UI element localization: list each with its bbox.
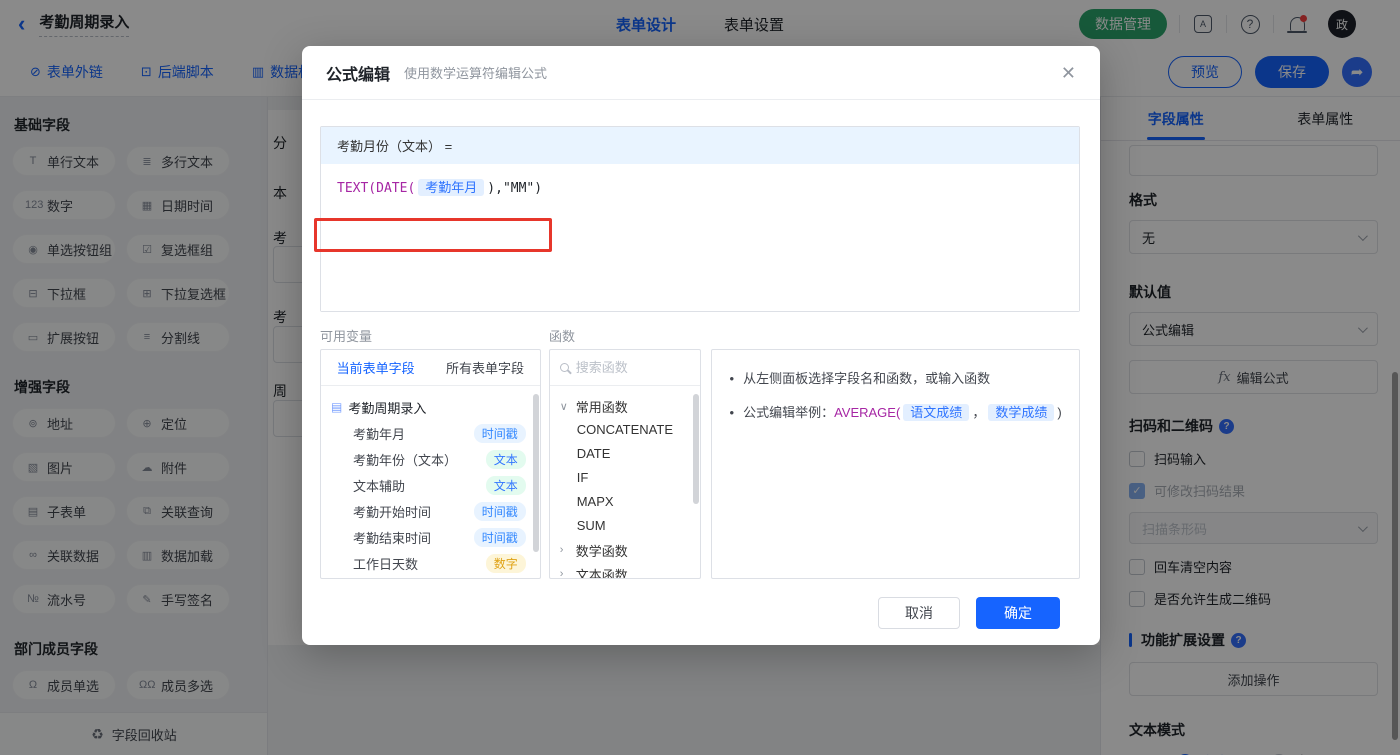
chevron-collapsed-icon: › (559, 544, 564, 556)
variable-row[interactable]: 考勤年份（文本） 文本 (331, 446, 540, 472)
function-item[interactable]: SUM (560, 514, 700, 538)
variables-label: 可用变量 (320, 329, 373, 344)
variables-scrollbar[interactable] (532, 394, 539, 552)
help-text: 从左侧面板选择字段名和函数，或输入函数 (743, 371, 991, 386)
modal-body: 考勤月份（文本） = TEXT(DATE(考勤年月),"MM") 可用变量 函数… (302, 100, 1100, 629)
modal-title: 公式编辑 (326, 66, 391, 84)
tab-all-form-fields[interactable]: 所有表单字段 (430, 350, 539, 385)
formula-code-editor[interactable]: TEXT(DATE(考勤年月),"MM") (321, 164, 1079, 311)
help-body: • 从左侧面板选择字段名和函数，或输入函数 • 公式编辑举例：AVERAGE(语… (712, 350, 1080, 454)
variable-row[interactable]: 考勤年月 时间戳 (331, 420, 540, 446)
help-panel: • 从左侧面板选择字段名和函数，或输入函数 • 公式编辑举例：AVERAGE(语… (710, 349, 1080, 579)
function-item[interactable]: IF (560, 466, 700, 490)
variables-root-label: 考勤周期录入 (348, 400, 427, 416)
function-group-label: 文本函数 (575, 567, 628, 579)
help-text: 公式编辑举例：AVERAGE(语文成绩，数学成绩) (743, 402, 1062, 424)
function-group-label: 数学函数 (575, 543, 628, 559)
variable-row[interactable]: 工作日天数 数字 (331, 550, 540, 576)
function-group-math[interactable]: › 数学函数 (560, 538, 700, 562)
tab-current-form-fields[interactable]: 当前表单字段 (321, 350, 430, 385)
modal-footer: 取消 确定 (320, 579, 1080, 629)
variable-type-badge: 时间戳 (473, 423, 526, 443)
variable-name: 文本辅助 (353, 478, 406, 494)
field-chip[interactable]: 考勤年月 (418, 179, 485, 196)
cancel-button[interactable]: 取消 (878, 597, 960, 629)
chevron-collapsed-icon: › (559, 568, 564, 579)
formula-rest: ),"MM") (487, 181, 543, 196)
variables-panel: 当前表单字段 所有表单字段 ▤ 考勤周期录入 考勤年月 时间戳 考勤年份（文本）… (320, 349, 541, 579)
formula-target: 考勤月份（文本） = (321, 127, 1079, 164)
variable-name: 考勤开始时间 (353, 504, 432, 520)
function-group-label: 常用函数 (575, 399, 628, 415)
variable-type-badge: 时间戳 (473, 501, 526, 521)
variable-row[interactable]: 考勤结束时间 时间戳 (331, 524, 540, 550)
function-search-input[interactable] (575, 360, 676, 375)
variables-root-node[interactable]: ▤ 考勤周期录入 (331, 394, 540, 420)
bullet-icon: • (729, 405, 735, 420)
variable-type-badge: 数字 (485, 553, 526, 573)
function-group-text[interactable]: › 文本函数 (560, 562, 700, 579)
variable-name: 工作日天数 (353, 556, 419, 572)
variable-row[interactable]: 考勤开始时间 时间戳 (331, 498, 540, 524)
variable-type-badge: 时间戳 (473, 527, 526, 547)
app-root: ‹ 考勤周期录入 表单设计 表单设置 数据管理 A ? 政 ⊘ 表单外链 ⊡ 后… (0, 0, 1400, 755)
functions-panel: ∨ 常用函数 CONCATENATE DATE IF (548, 349, 701, 579)
chevron-expanded-icon: ∨ (559, 400, 568, 413)
modal-header: 公式编辑 使用数学运算符编辑公式 ✕ (302, 46, 1100, 100)
functions-scrollbar[interactable] (692, 394, 699, 504)
variables-rows: 考勤年月 时间戳 考勤年份（文本） 文本 文本辅助 文本 考勤开始时间 时间戳 … (331, 420, 540, 576)
formula-function: TEXT(DATE( (337, 181, 416, 196)
document-icon: ▤ (331, 400, 343, 414)
variable-name: 考勤结束时间 (353, 530, 432, 546)
search-icon (559, 363, 569, 372)
variable-name: 考勤年月 (353, 426, 406, 442)
function-group-common[interactable]: ∨ 常用函数 (560, 394, 700, 418)
variables-list: ▤ 考勤周期录入 考勤年月 时间戳 考勤年份（文本） 文本 文本辅助 文本 考勤… (321, 386, 540, 576)
variable-name: 考勤年份（文本） (353, 452, 458, 468)
help-comma: ， (972, 405, 986, 420)
function-search (549, 350, 700, 386)
help-example-prefix: 公式编辑举例： (743, 405, 835, 420)
formula-editor-modal: 公式编辑 使用数学运算符编辑公式 ✕ 考勤月份（文本） = TEXT(DATE(… (302, 46, 1100, 645)
function-item[interactable]: MAPX (560, 490, 700, 514)
formula-box: 考勤月份（文本） = TEXT(DATE(考勤年月),"MM") (320, 126, 1080, 312)
variable-type-badge: 文本 (485, 449, 526, 469)
confirm-button[interactable]: 确定 (976, 597, 1060, 629)
functions-label: 函数 (549, 329, 576, 344)
function-item[interactable]: CONCATENATE (560, 418, 700, 442)
variable-type-badge: 文本 (485, 475, 526, 495)
help-line-2: • 公式编辑举例：AVERAGE(语文成绩，数学成绩) (726, 402, 1066, 424)
help-line-1: • 从左侧面板选择字段名和函数，或输入函数 (726, 368, 1066, 390)
variable-row[interactable]: 文本辅助 文本 (331, 472, 540, 498)
functions-list: ∨ 常用函数 CONCATENATE DATE IF MAPX SUM › 数学… (550, 386, 700, 579)
modal-subtitle: 使用数学运算符编辑公式 (404, 66, 548, 81)
function-items: CONCATENATE DATE IF MAPX SUM (560, 418, 700, 538)
close-icon[interactable]: ✕ (1061, 64, 1076, 82)
variables-tabs: 当前表单字段 所有表单字段 (321, 350, 540, 386)
bullet-icon: • (729, 371, 735, 386)
field-chip: 语文成绩 (903, 404, 970, 421)
function-item[interactable]: DATE (560, 442, 700, 466)
help-example-function: AVERAGE( (834, 405, 901, 420)
section-labels: 可用变量 函数 (320, 326, 1080, 345)
modal-panels: 当前表单字段 所有表单字段 ▤ 考勤周期录入 考勤年月 时间戳 考勤年份（文本）… (320, 349, 1080, 579)
help-close-paren: ) (1057, 405, 1062, 420)
field-chip: 数学成绩 (988, 404, 1055, 421)
